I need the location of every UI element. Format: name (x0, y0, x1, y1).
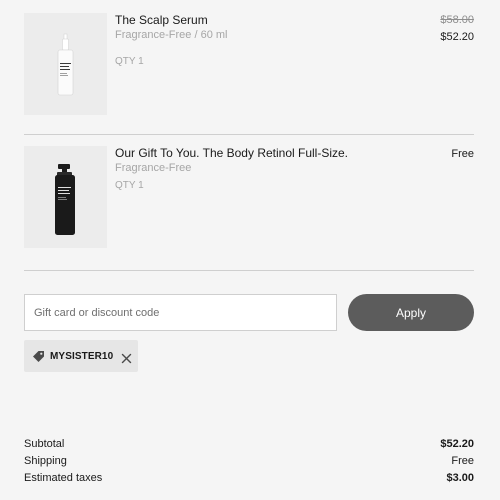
serum-bottle-icon (24, 13, 107, 115)
shipping-value: Free (451, 455, 474, 467)
shipping-label: Shipping (24, 455, 67, 467)
tag-icon (32, 350, 45, 363)
item-title: Our Gift To You. The Body Retinol Full-S… (115, 146, 349, 160)
taxes-value: $3.00 (446, 472, 474, 484)
item-quantity: QTY 1 (115, 56, 144, 67)
item-variant: Fragrance-Free / 60 ml (115, 29, 228, 41)
apply-discount-button[interactable]: Apply (348, 294, 474, 331)
item-quantity: QTY 1 (115, 180, 144, 191)
divider (24, 270, 474, 271)
item-title: The Scalp Serum (115, 13, 208, 27)
subtotal-value: $52.20 (440, 438, 474, 450)
subtotal-row: Subtotal $52.20 (24, 437, 474, 451)
line-item: Our Gift To You. The Body Retinol Full-S… (24, 146, 474, 248)
discount-code-label: MYSISTER10 (50, 350, 114, 362)
pump-bottle-icon (24, 146, 107, 248)
item-original-price: $58.00 (440, 14, 474, 26)
item-variant: Fragrance-Free (115, 162, 192, 174)
product-image-scalp-serum (24, 13, 107, 115)
line-item: The Scalp Serum Fragrance-Free / 60 ml Q… (24, 13, 474, 115)
taxes-row: Estimated taxes $3.00 (24, 471, 474, 485)
applied-discount-tag: MYSISTER10 (24, 340, 138, 372)
item-price: Free (451, 148, 474, 160)
subtotal-label: Subtotal (24, 438, 65, 450)
product-image-body-retinol (24, 146, 107, 248)
checkout-order-summary: The Scalp Serum Fragrance-Free / 60 ml Q… (0, 0, 500, 500)
item-price: $52.20 (440, 31, 474, 43)
taxes-label: Estimated taxes (24, 472, 103, 484)
divider (24, 134, 474, 135)
shipping-row: Shipping Free (24, 454, 474, 468)
discount-code-input[interactable] (24, 294, 337, 331)
close-icon[interactable] (121, 351, 132, 363)
